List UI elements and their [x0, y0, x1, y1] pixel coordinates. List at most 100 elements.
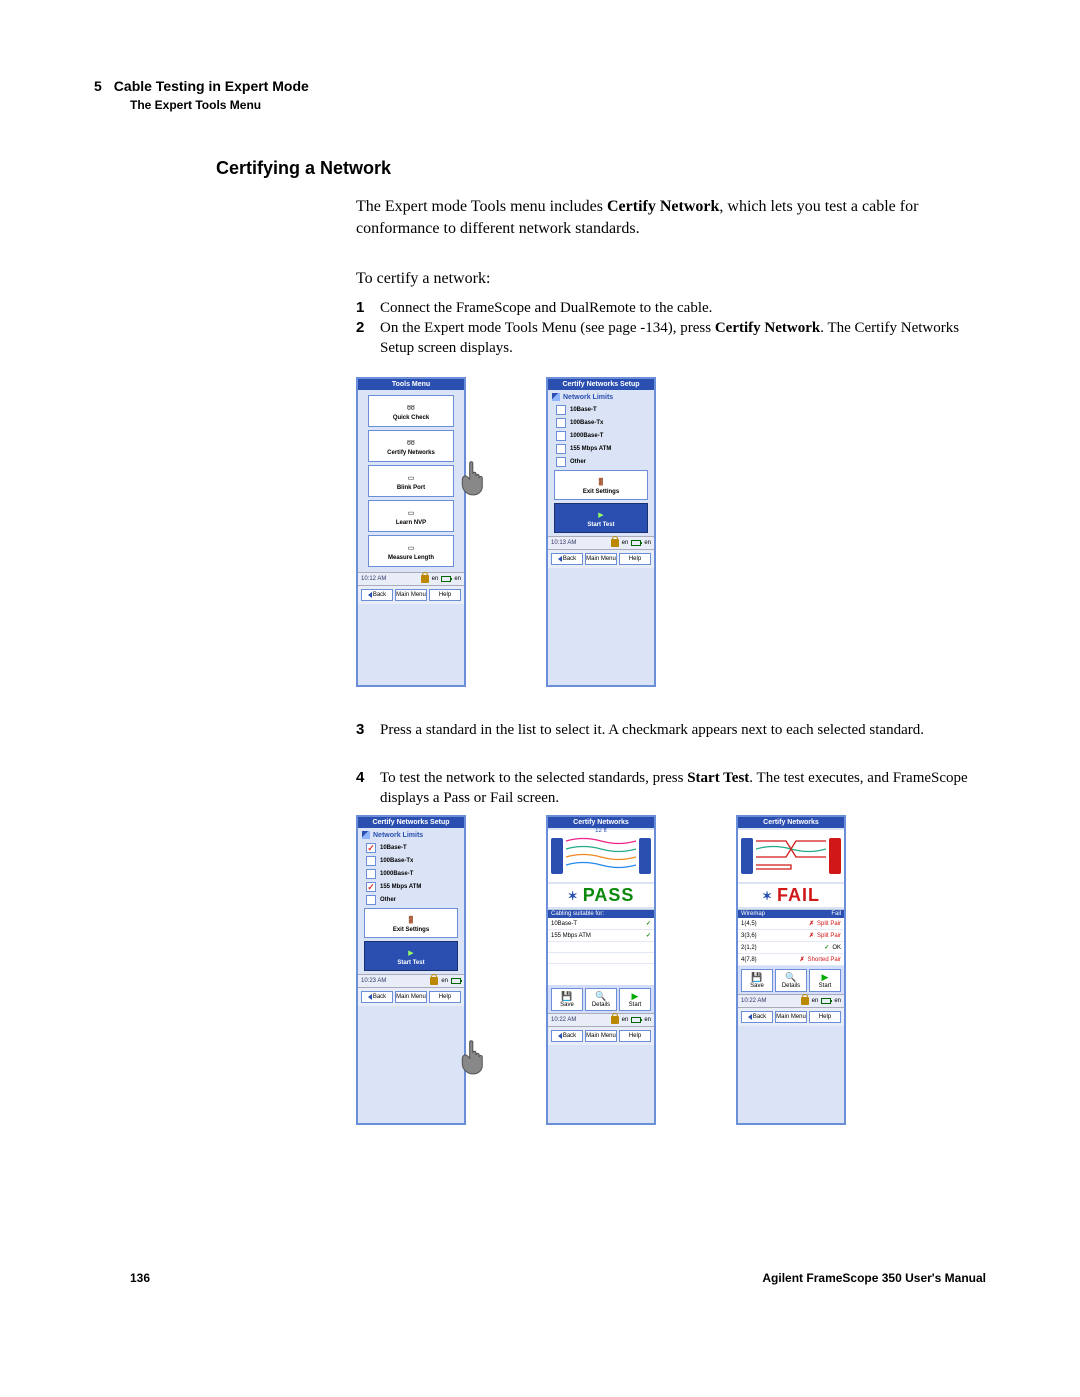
exit-settings-button[interactable]: 🚪Exit Settings — [554, 470, 648, 500]
limit-1000base-t[interactable]: 1000Base-T — [366, 869, 456, 879]
back-arrow-icon — [368, 994, 372, 1000]
page-title: Certifying a Network — [216, 158, 391, 179]
section-subheader: The Expert Tools Menu — [130, 98, 261, 112]
hand-pointer-icon — [456, 1034, 498, 1076]
battery-icon — [631, 540, 641, 546]
page-number: 136 — [130, 1271, 150, 1285]
setup-title: Certify Networks Setup — [358, 817, 464, 828]
back-button[interactable]: Back — [551, 1030, 583, 1042]
clock-label: 10:23 AM — [361, 978, 386, 984]
disk-icon: 💾 — [561, 991, 572, 1002]
save-button[interactable]: 💾Save — [551, 988, 583, 1011]
back-button[interactable]: Back — [361, 991, 393, 1003]
save-button[interactable]: 💾Save — [741, 969, 773, 992]
limit-other[interactable]: Other — [556, 457, 646, 467]
lock-icon — [801, 997, 809, 1005]
door-icon: 🚪 — [407, 914, 416, 926]
checkmark-icon: ✓ — [367, 844, 375, 853]
lock-icon — [611, 539, 619, 547]
limit-100base-tx[interactable]: 100Base-Tx — [366, 856, 456, 866]
checkmark-icon: ✓ — [646, 932, 651, 939]
clock-label: 10:12 AM — [361, 576, 386, 582]
limit-other[interactable]: Other — [366, 895, 456, 905]
cable-icon: ➿ — [407, 402, 416, 414]
lock-icon — [611, 1016, 619, 1024]
play-icon: ▶ — [822, 972, 829, 983]
start-test-button[interactable]: ▶Start Test — [554, 503, 648, 533]
start-test-button[interactable]: ▶Start Test — [364, 941, 458, 971]
back-arrow-icon — [748, 1014, 752, 1020]
back-button[interactable]: Back — [361, 589, 393, 601]
lock-icon — [421, 575, 429, 583]
ruler-icon: ▭ — [408, 542, 415, 554]
blink-port-button[interactable]: ▭Blink Port — [368, 465, 454, 497]
limit-1000base-t[interactable]: 1000Base-T — [556, 431, 646, 441]
learn-nvp-button[interactable]: ▭Learn NVP — [368, 500, 454, 532]
length-label: 12 ft — [548, 828, 654, 834]
disk-icon: 💾 — [751, 972, 762, 983]
cross-icon: ✗ — [809, 920, 814, 927]
back-arrow-icon — [558, 1033, 562, 1039]
help-button[interactable]: Help — [619, 553, 651, 565]
main-menu-button[interactable]: Main Menu — [395, 991, 427, 1003]
battery-icon — [821, 998, 831, 1004]
limit-10base-t[interactable]: 10Base-T — [556, 405, 646, 415]
details-button[interactable]: 🔍Details — [585, 988, 617, 1011]
cable-check-icon: ➿ — [407, 437, 416, 449]
table-row: 1(4,5)✗Split Pair — [738, 918, 844, 930]
clock-label: 10:22 AM — [741, 998, 766, 1004]
checkmark-icon: ✓ — [824, 944, 829, 951]
results-table: Cabling suitable for: 10Base-T✓ 155 Mbps… — [548, 909, 654, 985]
result-title: Certify Networks — [548, 817, 654, 828]
connector-right-icon — [639, 838, 651, 874]
table-row: 155 Mbps ATM✓ — [548, 930, 654, 942]
back-arrow-icon — [368, 592, 372, 598]
back-button[interactable]: Back — [741, 1011, 773, 1023]
network-icon — [552, 393, 560, 401]
start-button[interactable]: ▶Start — [619, 988, 651, 1011]
quick-check-button[interactable]: ➿Quick Check — [368, 395, 454, 427]
battery-icon — [451, 978, 461, 984]
checkmark-icon: ✓ — [646, 920, 651, 927]
main-menu-button[interactable]: Main Menu — [585, 1030, 617, 1042]
magnifier-icon: 🔍 — [785, 972, 796, 983]
cross-icon: ✗ — [800, 956, 805, 963]
details-button[interactable]: 🔍Details — [775, 969, 807, 992]
lock-icon — [430, 977, 438, 985]
fail-badge: ✶FAIL — [738, 884, 844, 907]
limit-155-atm[interactable]: 155 Mbps ATM — [556, 444, 646, 454]
step-4: 4 To test the network to the selected st… — [356, 768, 986, 809]
limit-100base-tx[interactable]: 100Base-Tx — [556, 418, 646, 428]
pass-badge: ✶PASS — [548, 884, 654, 907]
back-button[interactable]: Back — [551, 553, 583, 565]
main-menu-button[interactable]: Main Menu — [585, 553, 617, 565]
step-3: 3 Press a standard in the list to select… — [356, 720, 986, 740]
wiremap-diagram: 12 ft — [548, 830, 654, 882]
exit-settings-button[interactable]: 🚪Exit Settings — [364, 908, 458, 938]
results-table: WiremapFail 1(4,5)✗Split Pair 3(3,6)✗Spl… — [738, 909, 844, 966]
chapter-title: Cable Testing in Expert Mode — [114, 78, 309, 94]
start-button[interactable]: ▶Start — [809, 969, 841, 992]
main-menu-button[interactable]: Main Menu — [775, 1011, 807, 1023]
battery-icon — [631, 1017, 641, 1023]
table-row: 3(3,6)✗Split Pair — [738, 930, 844, 942]
connector-left-icon — [741, 838, 753, 874]
measure-length-button[interactable]: ▭Measure Length — [368, 535, 454, 567]
intro-paragraph: The Expert mode Tools menu includes Cert… — [356, 196, 986, 239]
certify-networks-button[interactable]: ➿Certify Networks — [368, 430, 454, 462]
help-button[interactable]: Help — [429, 589, 461, 601]
manual-title: Agilent FrameScope 350 User's Manual — [762, 1271, 986, 1285]
limit-10base-t[interactable]: ✓10Base-T — [366, 843, 456, 853]
battery-icon — [441, 576, 451, 582]
help-button[interactable]: Help — [809, 1011, 841, 1023]
checkmark-icon: ✓ — [367, 883, 375, 892]
table-row — [548, 942, 654, 953]
table-row: 4(7,8)✗Shorted Pair — [738, 954, 844, 966]
help-button[interactable]: Help — [619, 1030, 651, 1042]
main-menu-button[interactable]: Main Menu — [395, 589, 427, 601]
help-button[interactable]: Help — [429, 991, 461, 1003]
screenshot-pass-result: Certify Networks 12 ft ✶PASS Cabling sui… — [546, 815, 656, 1125]
result-title: Certify Networks — [738, 817, 844, 828]
network-icon — [362, 831, 370, 839]
limit-155-atm[interactable]: ✓155 Mbps ATM — [366, 882, 456, 892]
